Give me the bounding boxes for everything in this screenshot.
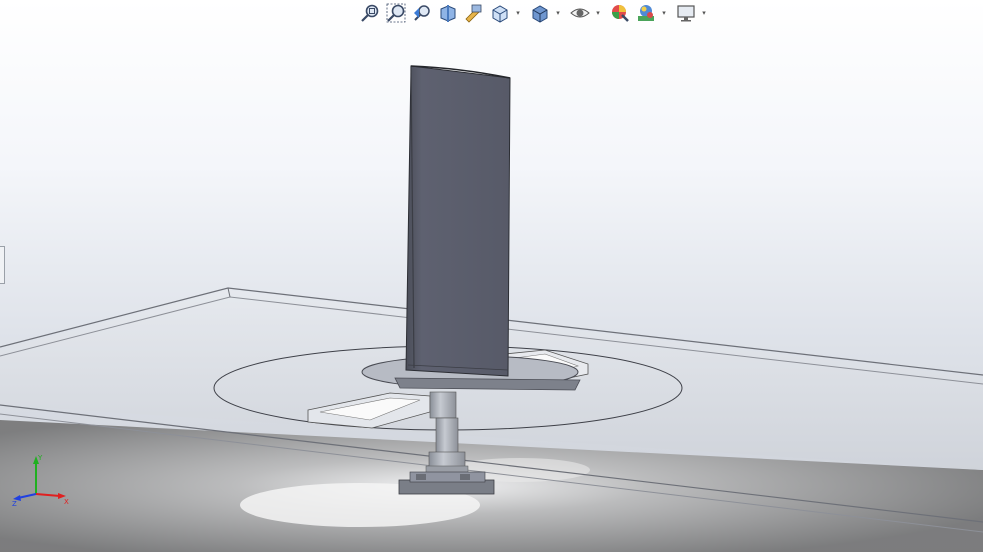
view-orientation-icon[interactable] bbox=[488, 1, 512, 25]
previous-view-icon[interactable] bbox=[410, 1, 434, 25]
x-axis bbox=[35, 493, 61, 497]
monitor-icon[interactable] bbox=[674, 1, 698, 25]
zoom-fit-icon[interactable] bbox=[358, 1, 382, 25]
heads-up-view-toolbar: ▾ ▾ ▾ ▾ ▾ bbox=[358, 0, 712, 26]
eye-icon[interactable] bbox=[568, 1, 592, 25]
section-view-icon[interactable] bbox=[436, 1, 460, 25]
feature-manager-collapse-tab[interactable] bbox=[0, 246, 5, 284]
appearance-icon[interactable] bbox=[608, 1, 632, 25]
zoom-area-icon[interactable] bbox=[384, 1, 408, 25]
scene-dropdown-icon[interactable]: ▾ bbox=[660, 1, 668, 25]
shaft bbox=[435, 417, 459, 455]
reference-triad: Y X Z bbox=[10, 452, 70, 508]
view-settings-dropdown-icon[interactable]: ▾ bbox=[700, 1, 708, 25]
triad-y-label: Y bbox=[37, 454, 43, 462]
model-scene bbox=[0, 65, 983, 552]
triad-x-label: X bbox=[64, 498, 69, 506]
hide-show-dropdown-icon[interactable]: ▾ bbox=[594, 1, 602, 25]
z-axis bbox=[17, 493, 37, 499]
view-orientation-dropdown-icon[interactable]: ▾ bbox=[514, 1, 522, 25]
display-style-dropdown-icon[interactable]: ▾ bbox=[554, 1, 562, 25]
blade bbox=[405, 65, 511, 377]
shaft-upper bbox=[429, 391, 457, 419]
annotation-views-icon[interactable] bbox=[462, 1, 486, 25]
display-style-icon[interactable] bbox=[528, 1, 552, 25]
scene-icon[interactable] bbox=[634, 1, 658, 25]
graphics-viewport[interactable] bbox=[0, 0, 983, 552]
triad-z-label: Z bbox=[12, 500, 17, 507]
